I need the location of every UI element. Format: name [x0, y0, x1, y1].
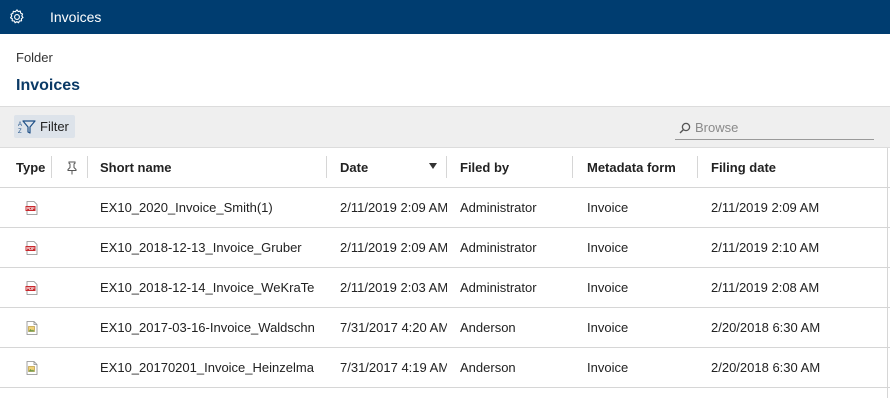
column-header-filed-by[interactable]: Filed by [447, 148, 573, 187]
pin-cell [52, 308, 88, 347]
search-icon [679, 122, 691, 133]
page-title: Invoices [16, 77, 81, 94]
metadata-form-cell: Invoice [587, 280, 629, 295]
document-table: Type Short name Date Filed by Metadata f… [0, 148, 890, 388]
column-header-short-name[interactable]: Short name [88, 148, 327, 187]
filing-date-cell: 2/11/2019 2:09 AM [711, 200, 820, 215]
short-name-cell[interactable]: EX10_2018-12-14_Invoice_WeKraTe [88, 268, 327, 307]
search-box[interactable] [675, 116, 874, 140]
toolbar: A Z Filter [0, 106, 890, 148]
metadata-form-cell: Invoice [587, 200, 629, 215]
svg-text:Z: Z [18, 129, 22, 134]
app-title: Invoices [50, 9, 102, 25]
filter-button[interactable]: A Z Filter [14, 115, 75, 138]
table-row[interactable]: EX10_20170201_Invoice_Heinzelma 7/31/2017… [0, 348, 890, 388]
image-file-icon [0, 348, 52, 387]
gear-icon[interactable] [0, 0, 34, 34]
filed-by-cell: Anderson [460, 360, 516, 375]
pdf-file-icon: PDF [0, 228, 52, 267]
filing-date-cell: 2/20/2018 6:30 AM [711, 360, 821, 375]
short-name-cell[interactable]: EX10_2020_Invoice_Smith(1) [88, 188, 327, 227]
filter-label: Filter [40, 119, 69, 134]
date-cell: 7/31/2017 4:19 AM [340, 360, 447, 375]
table-header: Type Short name Date Filed by Metadata f… [0, 148, 890, 188]
filing-date-cell: 2/11/2019 2:08 AM [711, 280, 820, 295]
metadata-form-cell: Invoice [587, 240, 629, 255]
table-row[interactable]: PDF EX10_2018-12-14_Invoice_WeKraTe 2/11/2… [0, 268, 890, 308]
column-header-pin[interactable] [52, 148, 88, 187]
sort-descending-icon [429, 163, 437, 169]
pdf-file-icon: PDF [0, 188, 52, 227]
column-header-metadata-form[interactable]: Metadata form [573, 148, 698, 187]
column-header-filing-date[interactable]: Filing date [698, 148, 843, 187]
scroll-divider [887, 148, 888, 398]
search-input[interactable] [695, 120, 865, 135]
top-bar: Invoices [0, 0, 890, 34]
short-name-cell[interactable]: EX10_2018-12-13_Invoice_Gruber [88, 228, 327, 267]
filed-by-cell: Administrator [460, 240, 537, 255]
short-name-cell[interactable]: EX10_2017-03-16-Invoice_Waldschn [88, 308, 327, 347]
filed-by-cell: Administrator [460, 280, 537, 295]
breadcrumb[interactable]: Folder [16, 50, 53, 65]
pin-cell [52, 268, 88, 307]
table-row[interactable]: PDF EX10_2018-12-13_Invoice_Gruber 2/11/20… [0, 228, 890, 268]
date-cell: 2/11/2019 2:09 AM [340, 200, 447, 215]
date-cell: 2/11/2019 2:03 AM [340, 280, 447, 295]
svg-text:PDF: PDF [26, 246, 35, 251]
filing-date-cell: 2/11/2019 2:10 AM [711, 240, 820, 255]
pin-cell [52, 348, 88, 387]
filed-by-cell: Anderson [460, 320, 516, 335]
svg-text:PDF: PDF [26, 206, 35, 211]
metadata-form-cell: Invoice [587, 360, 629, 375]
pin-cell [52, 228, 88, 267]
svg-text:PDF: PDF [26, 286, 35, 291]
filing-date-cell: 2/20/2018 6:30 AM [711, 320, 821, 335]
image-file-icon [0, 308, 52, 347]
filter-icon: A Z [18, 119, 36, 134]
filed-by-cell: Administrator [460, 200, 537, 215]
pdf-file-icon: PDF [0, 268, 52, 307]
column-header-date[interactable]: Date [327, 148, 447, 187]
table-row[interactable]: PDF EX10_2020_Invoice_Smith(1) 2/11/2019 2… [0, 188, 890, 228]
date-cell: 2/11/2019 2:09 AM [340, 240, 447, 255]
pin-icon [67, 161, 77, 174]
pin-cell [52, 188, 88, 227]
column-header-type[interactable]: Type [0, 148, 52, 187]
metadata-form-cell: Invoice [587, 320, 629, 335]
date-cell: 7/31/2017 4:20 AM [340, 320, 447, 335]
table-row[interactable]: EX10_2017-03-16-Invoice_Waldschn 7/31/201… [0, 308, 890, 348]
svg-text:A: A [18, 122, 22, 128]
short-name-cell[interactable]: EX10_20170201_Invoice_Heinzelma [88, 348, 327, 387]
